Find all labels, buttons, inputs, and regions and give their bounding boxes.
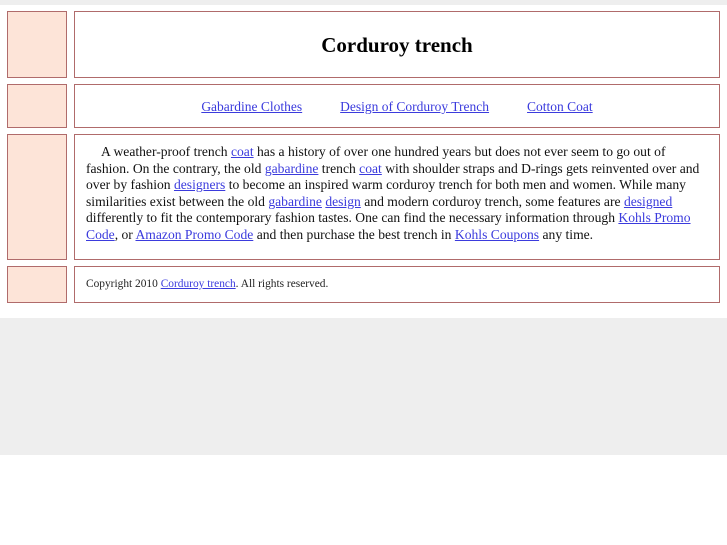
page-layout-table: Corduroy trench Gabardine Clothes Design… — [0, 5, 727, 309]
article-link-8[interactable]: Amazon Promo Code — [135, 227, 253, 242]
article-text: and modern corduroy trench, some feature… — [360, 193, 624, 209]
nav-link-cotton-coat[interactable]: Cotton Coat — [527, 99, 593, 114]
nav-sidebar-box — [7, 84, 67, 128]
footer-link-corduroy-trench[interactable]: Corduroy trench — [161, 278, 236, 290]
header-sidebar-box — [7, 11, 67, 78]
nav-sidebar-cell — [7, 84, 67, 128]
article-link-4[interactable]: gabardine — [268, 194, 322, 209]
page-container: Corduroy trench Gabardine Clothes Design… — [0, 5, 727, 318]
page-title: Corduroy trench — [321, 33, 473, 57]
article-link-5[interactable]: design — [325, 194, 361, 209]
article-link-9[interactable]: Kohls Coupons — [455, 227, 539, 242]
nav-main-cell: Gabardine Clothes Design of Corduroy Tre… — [74, 84, 720, 128]
article-link-6[interactable]: designed — [624, 194, 672, 209]
content-row: A weather-proof trench coat has a histor… — [7, 134, 720, 260]
copyright-prefix: Copyright 2010 — [86, 278, 161, 290]
article-link-1[interactable]: gabardine — [265, 161, 319, 176]
article-text: and then purchase the best trench in — [253, 226, 455, 242]
header-row: Corduroy trench — [7, 11, 720, 78]
article-link-2[interactable]: coat — [359, 161, 382, 176]
content-panel: A weather-proof trench coat has a histor… — [74, 134, 720, 260]
header-sidebar-cell — [7, 11, 67, 78]
nav-row: Gabardine Clothes Design of Corduroy Tre… — [7, 84, 720, 128]
article-link-3[interactable]: designers — [174, 177, 225, 192]
article-link-0[interactable]: coat — [231, 144, 254, 159]
article-text: A weather-proof trench — [101, 144, 231, 159]
nav-links-container: Gabardine Clothes Design of Corduroy Tre… — [75, 85, 719, 129]
header-panel: Corduroy trench — [74, 11, 720, 78]
nav-link-gabardine-clothes[interactable]: Gabardine Clothes — [201, 99, 302, 114]
footer-main-cell: Copyright 2010 Corduroy trench. All righ… — [74, 266, 720, 303]
content-sidebar-cell — [7, 134, 67, 260]
footer-sidebar-cell — [7, 266, 67, 303]
article-paragraph: A weather-proof trench coat has a histor… — [75, 135, 719, 244]
nav-link-design-of-corduroy-trench[interactable]: Design of Corduroy Trench — [340, 99, 489, 114]
nav-panel: Gabardine Clothes Design of Corduroy Tre… — [74, 84, 720, 128]
copyright-text: Copyright 2010 Corduroy trench. All righ… — [75, 267, 719, 302]
footer-panel: Copyright 2010 Corduroy trench. All righ… — [74, 266, 720, 303]
article-text: any time. — [539, 226, 594, 242]
content-sidebar-box — [7, 134, 67, 260]
header-main-cell: Corduroy trench — [74, 11, 720, 78]
copyright-suffix: . All rights reserved. — [235, 278, 329, 290]
footer-row: Copyright 2010 Corduroy trench. All righ… — [7, 266, 720, 303]
article-text: differently to fit the contemporary fash… — [86, 210, 619, 226]
content-main-cell: A weather-proof trench coat has a histor… — [74, 134, 720, 260]
article-text: , or — [114, 226, 136, 242]
article-text: trench — [318, 160, 360, 176]
footer-sidebar-box — [7, 266, 67, 303]
